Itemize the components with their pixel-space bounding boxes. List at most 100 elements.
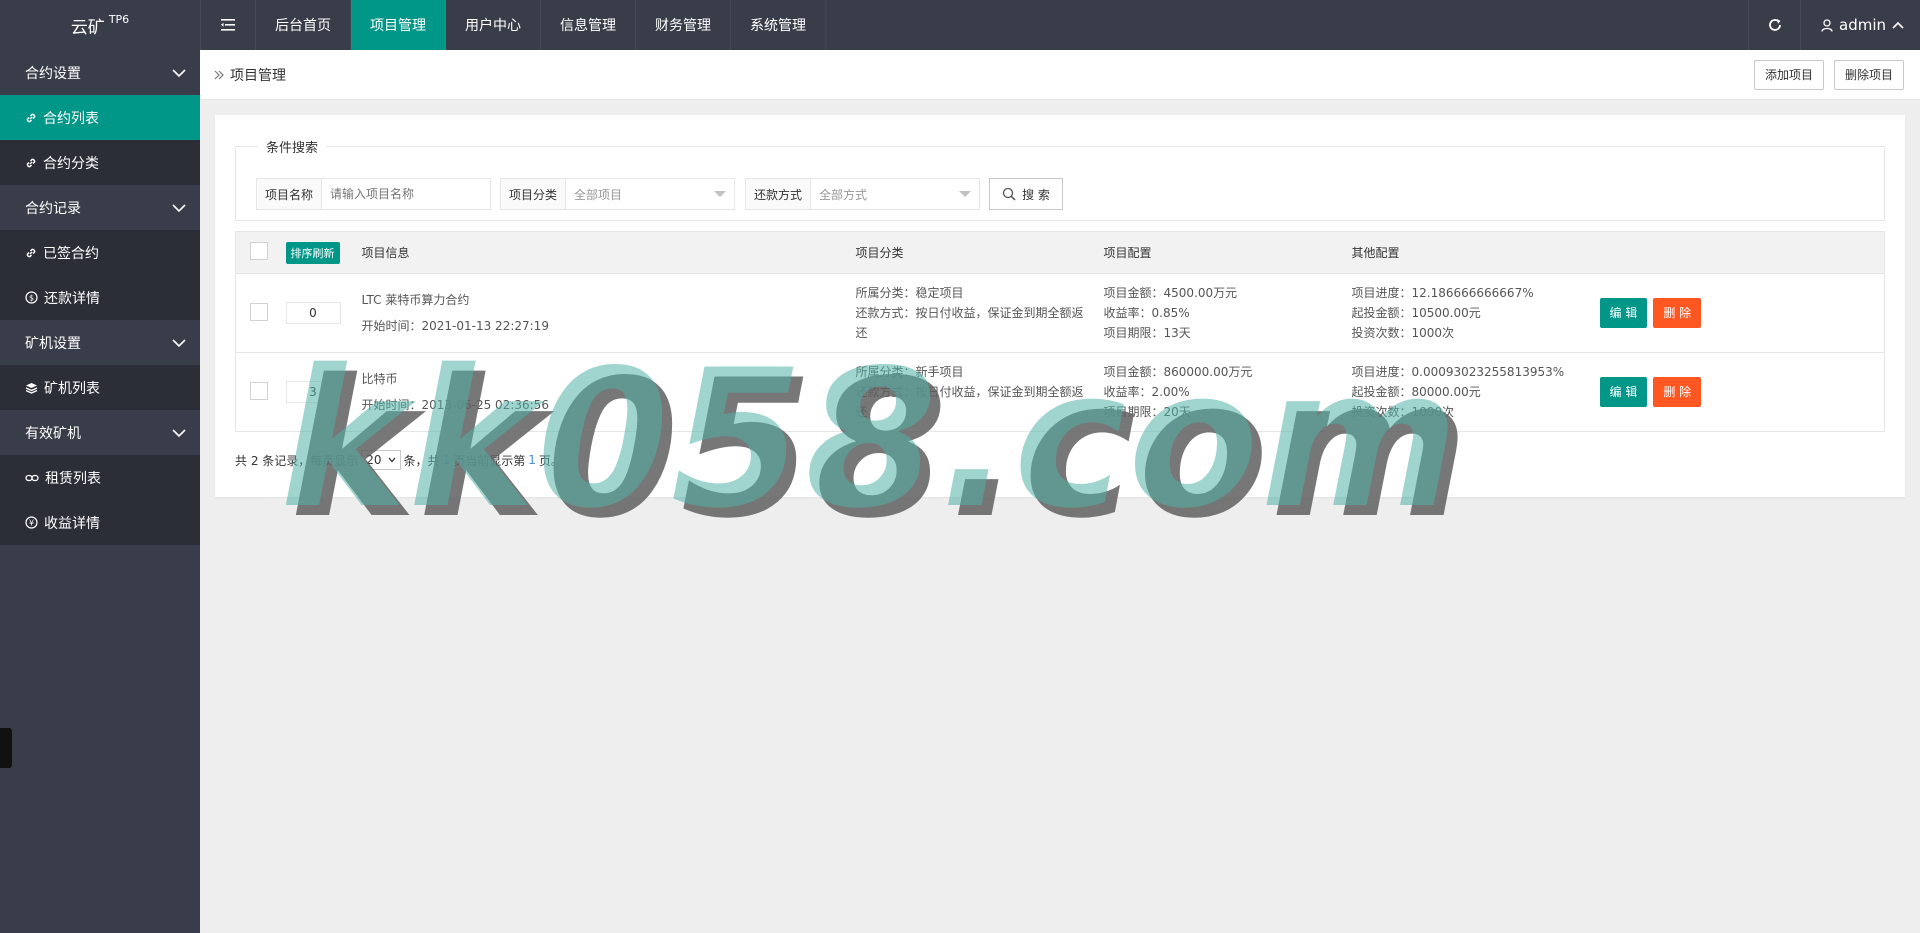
header-project-info: 项目信息 [361, 231, 856, 274]
repay-text: 还款方式：按日付收益，保证金到期全额返还 [855, 306, 1084, 340]
top-header: 云矿 TP6 后台首页 项目管理 用户中心 信息管理 财务管理 系统管理 admi… [0, 0, 1920, 50]
min-invest-text: 起投金额：80000.00元 [1351, 385, 1481, 399]
header-sort-cell: 排序刷新 [285, 231, 362, 274]
select-all-checkbox[interactable] [250, 242, 268, 260]
repay-method-field: 还款方式 全部方式 [745, 178, 980, 210]
sidebar-group-miner-settings[interactable]: 矿机设置 [0, 320, 200, 365]
row-project-info: LTC 莱特币算力合约 开始时间：2021-01-13 22:27:19 [361, 273, 856, 353]
sidebar-group-contract-records[interactable]: 合约记录 [0, 185, 200, 230]
page-title: 项目管理 [230, 67, 286, 84]
edit-button[interactable]: 编 辑 [1599, 298, 1648, 328]
row-sort-cell [285, 273, 362, 353]
sidebar-item-miner-list[interactable]: 矿机列表 [0, 365, 200, 410]
chevron-down-icon [172, 68, 186, 77]
search-icon [1002, 187, 1016, 201]
row-project-config: 项目金额：860000.00万元 收益率：2.00% 项目期限：20天 [1103, 352, 1352, 432]
svg-text:$: $ [29, 294, 34, 303]
pager-total-text: 共 2 条记录，每页显示 [235, 453, 359, 468]
row-checkbox[interactable] [250, 302, 268, 321]
logo[interactable]: 云矿 TP6 [0, 0, 200, 50]
pager-end-text: 页。 [538, 453, 563, 468]
rate-text: 收益率：0.85% [1103, 306, 1190, 320]
double-chevron-right-icon [214, 70, 224, 79]
sidebar-group-label: 有效矿机 [25, 425, 81, 442]
sidebar-item-contract-category[interactable]: 合约分类 [0, 140, 200, 185]
sidebar-item-label: 收益详情 [44, 515, 100, 532]
chevron-up-icon [1892, 21, 1904, 29]
progress-text: 项目进度：0.00093023255813953% [1351, 365, 1565, 379]
project-title: 比特币 [361, 372, 398, 386]
nav-home[interactable]: 后台首页 [256, 0, 351, 50]
main-panel: 条件搜索 项目名称 项目分类 全部项目 还款方式 全部方式 搜 索 排序刷新 项… [215, 115, 1905, 497]
sidebar-group-label: 合约记录 [25, 200, 81, 217]
search-button[interactable]: 搜 索 [989, 178, 1063, 210]
dollar-icon: $ [25, 291, 38, 304]
header-other-config: 其他配置 [1351, 231, 1600, 274]
amount-text: 项目金额：860000.00万元 [1103, 365, 1253, 379]
sidebar-item-earnings-details[interactable]: ¥ 收益详情 [0, 500, 200, 545]
row-actions: 编 辑删 除 [1599, 352, 1885, 432]
caret-down-icon [959, 191, 971, 197]
delete-button[interactable]: 删 除 [1653, 298, 1702, 328]
nav-info[interactable]: 信息管理 [541, 0, 636, 50]
search-legend: 条件搜索 [266, 141, 319, 156]
page-size-select[interactable]: 20 [361, 450, 401, 470]
sidebar-item-repayment-details[interactable]: $ 还款详情 [0, 275, 200, 320]
refresh-icon[interactable] [1748, 0, 1800, 50]
sidebar-item-contract-list[interactable]: 合约列表 [0, 95, 200, 140]
pagination: 共 2 条记录，每页显示 20 条，共 1 页当前显示第 1 页。 [235, 450, 563, 470]
sidebar-item-label: 合约列表 [43, 110, 99, 127]
nav-project[interactable]: 项目管理 [351, 0, 446, 50]
chevron-down-icon [388, 457, 396, 463]
project-name-field: 项目名称 [256, 178, 491, 210]
nav-finance[interactable]: 财务管理 [636, 0, 731, 50]
table-row: 比特币 开始时间：2013-06-25 02:36:56 所属分类：新手项目 还… [235, 352, 1885, 432]
breadcrumb: 项目管理 [214, 65, 286, 85]
layers-icon [25, 382, 38, 394]
sidebar-item-label: 矿机列表 [44, 380, 100, 397]
side-handle[interactable] [0, 728, 12, 768]
project-name-label: 项目名称 [257, 179, 323, 209]
user-menu[interactable]: admin [1800, 0, 1920, 50]
rate-text: 收益率：2.00% [1103, 385, 1190, 399]
repay-method-select[interactable]: 全部方式 [811, 179, 979, 209]
sidebar-item-label: 租赁列表 [45, 470, 101, 487]
sidebar-group-active-miners[interactable]: 有效矿机 [0, 410, 200, 455]
sidebar-item-lease-list[interactable]: 租赁列表 [0, 455, 200, 500]
sidebar-group-contract-settings[interactable]: 合约设置 [0, 50, 200, 95]
sort-order-input[interactable] [285, 302, 341, 324]
category-text: 所属分类：稳定项目 [855, 286, 964, 300]
header-actions [1599, 231, 1885, 274]
edit-button[interactable]: 编 辑 [1599, 377, 1648, 407]
project-start-time: 开始时间：2013-06-25 02:36:56 [361, 398, 549, 412]
table-header-row: 排序刷新 项目信息 项目分类 项目配置 其他配置 [235, 231, 1885, 274]
link-icon [26, 158, 36, 167]
menu-toggle-icon[interactable] [200, 0, 256, 50]
page-actions: 添加项目 删除项目 [1753, 59, 1904, 90]
sort-refresh-button[interactable]: 排序刷新 [285, 241, 340, 264]
delete-button[interactable]: 删 除 [1653, 377, 1702, 407]
page-bar: 项目管理 添加项目 删除项目 [200, 50, 1920, 100]
row-checkbox[interactable] [250, 381, 268, 400]
pager-post-text: 页当前显示第 [453, 453, 526, 468]
header-checkbox-cell [235, 231, 286, 274]
nav-user-center[interactable]: 用户中心 [446, 0, 541, 50]
project-category-field: 项目分类 全部项目 [500, 178, 735, 210]
delete-project-button[interactable]: 删除项目 [1833, 59, 1904, 90]
nav-system[interactable]: 系统管理 [731, 0, 826, 50]
sidebar-item-label: 还款详情 [44, 290, 100, 307]
row-project-config: 项目金额：4500.00万元 收益率：0.85% 项目期限：13天 [1103, 273, 1352, 353]
chevron-down-icon [172, 203, 186, 212]
invest-times-text: 投资次数：1000次 [1351, 326, 1455, 340]
caret-down-icon [714, 191, 726, 197]
sidebar-group-label: 矿机设置 [25, 335, 81, 352]
sidebar-item-signed-contracts[interactable]: 已签合约 [0, 230, 200, 275]
project-name-input[interactable] [322, 179, 490, 209]
logo-version: TP6 [108, 12, 130, 26]
link-icon [26, 113, 36, 122]
sort-order-input[interactable] [285, 381, 341, 403]
project-category-select[interactable]: 全部项目 [566, 179, 734, 209]
project-start-time: 开始时间：2021-01-13 22:27:19 [361, 319, 549, 333]
add-project-button[interactable]: 添加项目 [1753, 59, 1824, 90]
category-text: 所属分类：新手项目 [855, 365, 964, 379]
